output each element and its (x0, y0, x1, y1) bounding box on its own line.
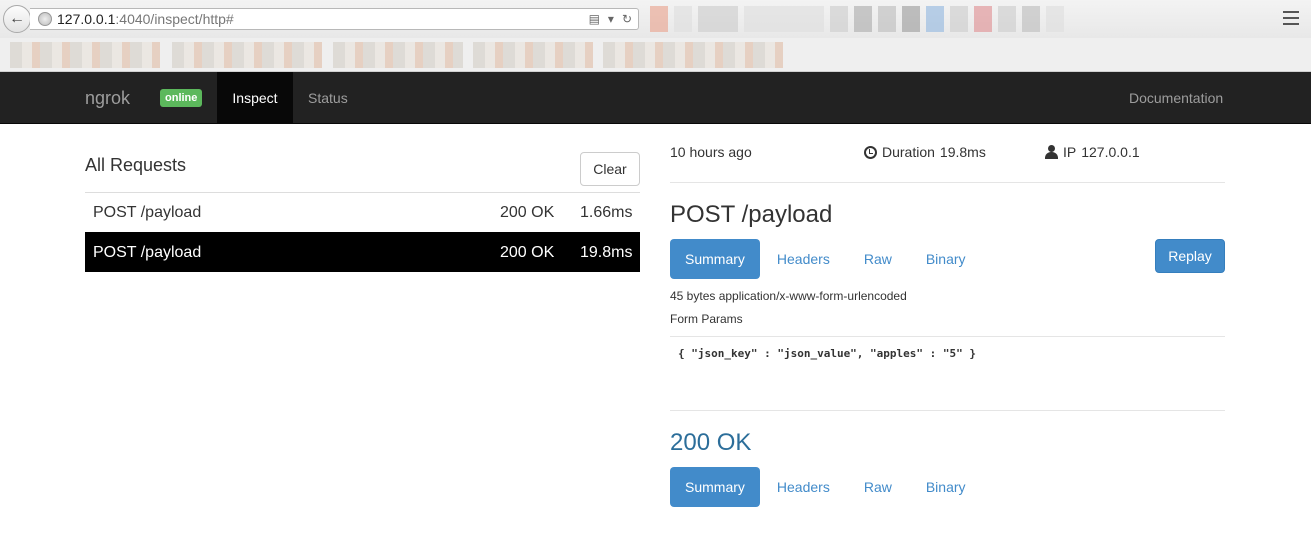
globe-icon (38, 12, 52, 26)
bookmark-item[interactable] (333, 42, 463, 68)
bookmark-item[interactable] (10, 42, 160, 68)
divider (670, 336, 1225, 337)
tab-binary[interactable]: Binary (909, 467, 983, 507)
browser-toolbar: ← 127.0.0.1:4040/inspect/http# ▤ ▾ ↻ (0, 0, 1311, 38)
request-row[interactable]: POST /payload 200 OK 1.66ms (85, 192, 640, 232)
request-tabs: Summary Headers Raw Binary (670, 239, 983, 279)
requests-title: All Requests (85, 155, 187, 175)
tab-summary[interactable]: Summary (670, 467, 760, 507)
replay-button[interactable]: Replay (1155, 239, 1225, 273)
tab-headers[interactable]: Headers (760, 467, 847, 507)
ip-label: IP (1063, 144, 1077, 160)
tab-raw[interactable]: Raw (847, 239, 909, 279)
nav-status[interactable]: Status (308, 72, 348, 124)
request-path: POST /payload (93, 243, 202, 261)
tab-headers[interactable]: Headers (760, 239, 847, 279)
bookmarks-bar (0, 38, 1311, 72)
blurred-toolbar-icons (650, 6, 1064, 32)
nav-documentation[interactable]: Documentation (1129, 72, 1223, 124)
time-ago: 10 hours ago (670, 144, 752, 160)
url-host: 127.0.0.1 (57, 11, 116, 27)
duration-meta: Duration 19.8ms (864, 144, 986, 160)
request-duration: 1.66ms (580, 203, 633, 221)
reload-icon[interactable]: ↻ (622, 12, 632, 26)
tab-raw[interactable]: Raw (847, 467, 909, 507)
top-navbar: ngrok online Inspect Status Documentatio… (0, 72, 1311, 124)
url-path: :4040/inspect/http# (115, 11, 234, 27)
duration-value: 19.8ms (939, 144, 986, 160)
bookmark-item[interactable] (172, 42, 322, 68)
dropdown-icon[interactable]: ▾ (608, 12, 614, 26)
request-status: 200 OK (500, 243, 555, 261)
clear-button[interactable]: Clear (580, 152, 640, 186)
menu-icon[interactable] (1283, 11, 1299, 25)
divider (670, 182, 1225, 183)
ip-value: 127.0.0.1 (1081, 144, 1140, 160)
ip-meta: IP 127.0.0.1 (1045, 144, 1140, 160)
response-title: 200 OK (670, 429, 752, 456)
duration-label: Duration (882, 144, 935, 160)
reader-icon[interactable]: ▤ (589, 12, 600, 26)
tab-binary[interactable]: Binary (909, 239, 983, 279)
url-bar[interactable]: 127.0.0.1:4040/inspect/http# ▤ ▾ ↻ (30, 8, 639, 30)
nav-inspect[interactable]: Inspect (217, 72, 293, 124)
request-title: POST /payload (670, 201, 833, 228)
clock-icon (864, 145, 877, 159)
tab-summary[interactable]: Summary (670, 239, 760, 279)
divider (670, 410, 1225, 411)
bookmark-item[interactable] (603, 42, 783, 68)
response-tabs: Summary Headers Raw Binary (670, 467, 983, 507)
request-status: 200 OK (500, 203, 555, 221)
request-list: POST /payload 200 OK 1.66ms POST /payloa… (85, 192, 640, 272)
status-badge: online (160, 89, 203, 107)
body-info: 45 bytes application/x-www-form-urlencod… (670, 289, 907, 303)
form-params-label: Form Params (670, 312, 743, 326)
bookmark-item[interactable] (473, 42, 593, 68)
request-duration: 19.8ms (580, 243, 633, 261)
request-path: POST /payload (93, 203, 202, 221)
brand[interactable]: ngrok (85, 88, 130, 109)
user-icon (1045, 145, 1058, 159)
back-icon[interactable]: ← (3, 5, 31, 33)
request-row-selected[interactable]: POST /payload 200 OK 19.8ms (85, 232, 640, 272)
body-code: { "json_key" : "json_value", "apples" : … (678, 347, 977, 360)
